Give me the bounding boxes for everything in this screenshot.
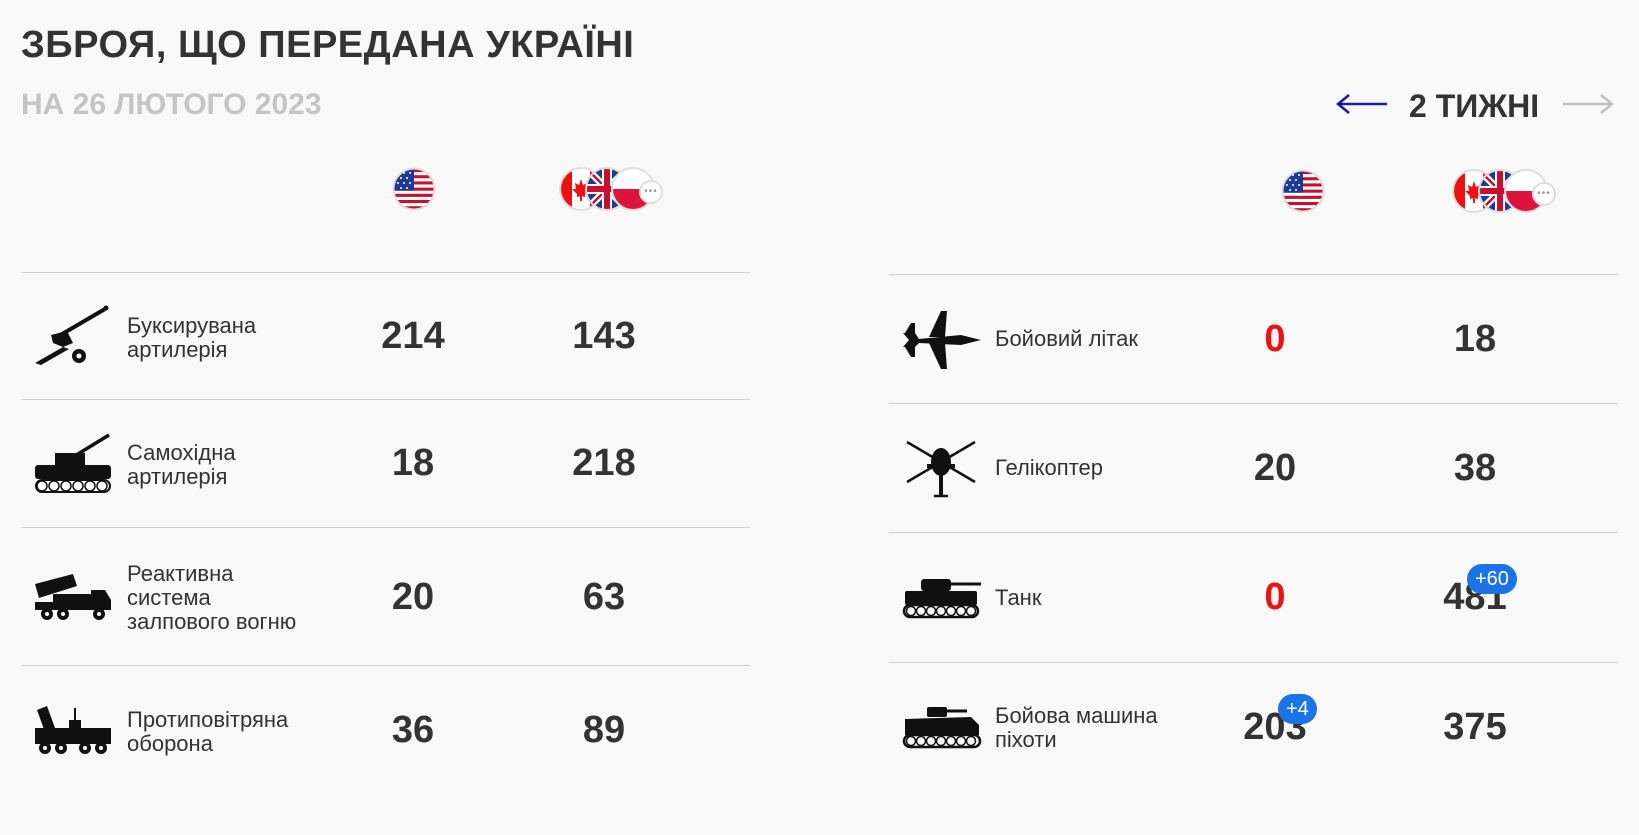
period-navigation: 2 ТИЖНІ	[1335, 86, 1615, 126]
tank-icon	[901, 575, 983, 626]
column-headers: •••	[21, 160, 750, 272]
air-defense-icon	[33, 704, 113, 761]
arrow-left-icon[interactable]	[1335, 92, 1389, 121]
weapon-row: Бойовий літак 0 18	[889, 274, 1618, 403]
us-count: 0	[1264, 576, 1286, 618]
towed-artillery-icon	[33, 305, 113, 372]
us-count: 36	[391, 709, 435, 751]
fighter-jet-icon	[901, 309, 983, 376]
ifv-icon	[901, 703, 983, 756]
date-subtitle: НА 26 ЛЮТОГО 2023	[21, 88, 322, 121]
us-count: 214	[381, 315, 445, 357]
weapon-row: Бойова машина піхоти 203 +4 375	[889, 662, 1618, 793]
weapon-row: Самохідна артилерія 18 218	[21, 399, 750, 527]
weapon-row: Реактивна система залпового вогню 20 63	[21, 527, 750, 665]
self-propelled-artillery-icon	[33, 433, 113, 500]
row-label: Протиповітряна оборона	[127, 707, 289, 756]
others-count: 89	[582, 709, 626, 751]
more-countries-icon[interactable]: •••	[1532, 182, 1556, 206]
column-headers: •••	[889, 160, 1618, 274]
arrow-right-icon[interactable]	[1561, 92, 1615, 121]
more-countries-icon[interactable]: •••	[639, 180, 663, 204]
allies-flags: •••	[1452, 169, 1564, 213]
others-count: 143	[572, 315, 636, 357]
period-label: 2 ТИЖНІ	[1409, 87, 1540, 124]
us-count: 18	[391, 442, 435, 484]
right-panel: ••• Бойовий літак 0 18 Гелікоптер 20 38 …	[889, 160, 1618, 793]
others-count: 375	[1443, 706, 1507, 748]
others-count: 38	[1453, 447, 1497, 489]
us-count: 20	[1253, 447, 1297, 489]
row-label: Гелікоптер	[995, 455, 1103, 480]
allies-flags: •••	[559, 167, 671, 211]
others-count: 18	[1453, 318, 1497, 360]
us-flag-icon	[1281, 169, 1325, 213]
others-count: 218	[572, 442, 636, 484]
row-label: Буксирувана артилерія	[127, 313, 257, 362]
helicopter-icon	[901, 438, 981, 507]
us-count: 203	[1243, 706, 1307, 748]
row-label: Самохідна артилерія	[127, 440, 236, 489]
us-count: 20	[391, 576, 435, 618]
row-label: Танк	[995, 585, 1042, 610]
us-flag-icon	[392, 167, 436, 211]
left-panel: ••• Буксирувана артилерія 214 143 Самохі…	[21, 160, 750, 796]
weapon-row: Танк 0 481 +60	[889, 532, 1618, 662]
weapon-row: Протиповітряна оборона 36 89	[21, 665, 750, 796]
row-label: Реактивна система залпового вогню	[127, 561, 297, 634]
us-change-badge: +4	[1278, 694, 1317, 724]
rocket-launcher-icon	[33, 572, 113, 627]
row-label: Бойовий літак	[995, 326, 1138, 351]
weapon-row: Гелікоптер 20 38	[889, 403, 1618, 532]
others-count: 63	[582, 576, 626, 618]
others-change-badge: +60	[1467, 564, 1517, 594]
us-count: 0	[1264, 318, 1286, 360]
page-title: ЗБРОЯ, ЩО ПЕРЕДАНА УКРАЇНІ	[21, 24, 635, 66]
weapon-row: Буксирувана артилерія 214 143	[21, 272, 750, 399]
row-label: Бойова машина піхоти	[995, 703, 1158, 752]
